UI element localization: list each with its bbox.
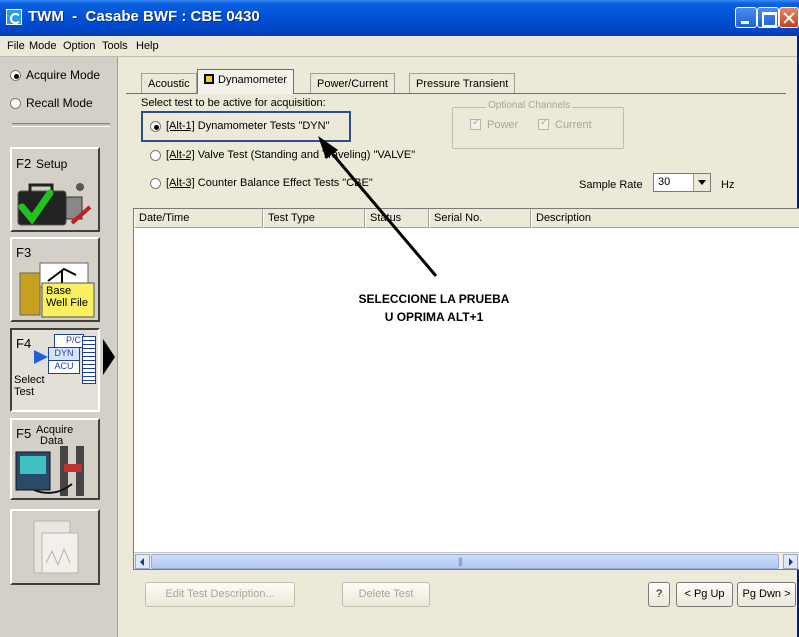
tab-dynamometer[interactable]: Dynamometer [197, 69, 295, 94]
page-down-button[interactable]: Pg Dwn > [737, 582, 796, 607]
help-button[interactable]: ? [648, 582, 670, 607]
annotation-line1: SELECCIONE LA PRUEBA [358, 292, 510, 306]
tab-dynamometer-label: Dynamometer [218, 74, 288, 86]
delete-test-button[interactable]: Delete Test [342, 582, 430, 607]
app-window: TWM - Casabe BWF : CBE 0430 File Mode Op… [0, 0, 799, 637]
dynamometer-tab-icon [204, 74, 214, 84]
annotation-line2: U OPRIMA ALT+1 [384, 310, 484, 324]
edit-test-description-button[interactable]: Edit Test Description... [145, 582, 295, 607]
page-up-button[interactable]: < Pg Up [676, 582, 733, 607]
